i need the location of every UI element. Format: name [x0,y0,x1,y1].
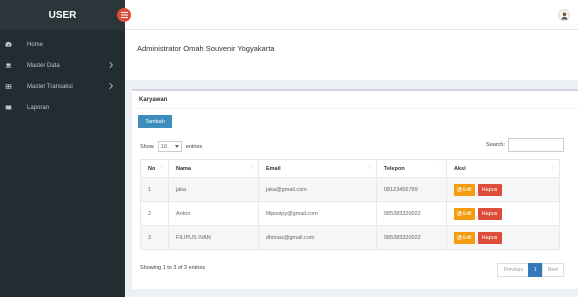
column-header-telepon[interactable]: Telepon ↑↓ [376,159,447,178]
karyawan-table: No ↑↓ Nama ↑↓ Email ↑↓ Telepon ↑↓ Aksi ↑↓ 1 j… [140,159,560,250]
edit-icon [457,211,462,216]
entries-select[interactable]: 10 [157,141,182,152]
table-info: Showing 1 to 3 of 3 entries [140,265,206,271]
pagination: Previous 1 Next [497,263,564,277]
sidebar-item-label: Master Data [27,62,60,69]
chevron-down-icon [174,145,179,148]
table-row: 1 jaka jaka@gmail.com 08123456789 Edit Ha… [140,177,560,202]
cell-telepon: 085383320022 [376,201,447,226]
content-header: Administrator Omah Souvenir Yogyakarta [125,30,578,80]
sort-icon: ↑↓ [160,165,164,171]
column-header-aksi[interactable]: Aksi ↑↓ [446,159,560,178]
column-header-nama[interactable]: Nama ↑↓ [168,159,259,178]
user-icon [560,11,568,20]
table-icon [5,83,19,90]
search-label: Search: [486,142,505,148]
cell-email: dhimas@gmail.com [258,225,377,250]
sidebar-item-home[interactable]: Home [0,34,125,55]
sidebar-item-label: Master Transaksi [27,83,73,90]
delete-button[interactable]: Hapus [477,231,502,244]
cell-no: 1 [140,177,169,202]
cell-email: jaka@gmail.com [258,177,377,202]
entries-length-control: Show 10 entries [140,141,202,152]
cell-nama: Anton [168,201,259,226]
cell-nama: jaka [168,177,259,202]
top-navbar [117,0,578,30]
page-title: Administrator Omah Souvenir Yogyakarta [137,44,275,53]
cell-aksi: Edit Hapus [446,201,560,226]
edit-icon [457,187,462,192]
sidebar-menu: Home Master Data Master Transaksi Lapora… [0,30,125,118]
sidebar-item-label: Laporan [27,104,50,111]
edit-button[interactable]: Edit [454,231,475,244]
chevron-right-icon [109,62,115,68]
edit-icon [457,235,462,240]
sidebar-item-laporan[interactable]: Laporan [0,97,125,118]
delete-button[interactable]: Hapus [477,183,502,196]
user-avatar[interactable] [558,9,570,21]
edit-button[interactable]: Edit [454,183,475,196]
sort-icon: ↑↓ [438,165,442,171]
pagination-previous[interactable]: Previous [497,263,529,277]
hamburger-icon [120,12,128,18]
sidebar: USER Home Master Data Master Transaksi L… [0,0,125,297]
search-control: Search: [486,138,564,152]
dashboard-icon [5,41,19,48]
sidebar-item-master-data[interactable]: Master Data [0,55,125,76]
pagination-next[interactable]: Next [541,263,564,277]
search-input[interactable] [508,138,564,152]
cell-nama: FILIPUS IVAN [168,225,259,250]
show-label: Show [140,143,154,150]
cell-no: 3 [140,225,169,250]
cell-email: filipusipy@gmail.com [258,201,377,226]
box-title: Karyawan [132,91,578,109]
sidebar-toggle-button[interactable] [117,8,131,22]
sidebar-brand[interactable]: USER [0,0,125,30]
sort-icon: ↑↓ [368,165,372,171]
pagination-page-1[interactable]: 1 [527,263,543,277]
entries-select-value: 10 [160,143,167,150]
column-header-no[interactable]: No ↑↓ [140,159,169,178]
cell-no: 2 [140,201,169,226]
karyawan-box: Karyawan Tambah Show 10 entries Search: … [132,89,578,289]
cell-telepon: 085383320022 [376,225,447,250]
delete-button[interactable]: Hapus [477,207,502,220]
laptop-icon [5,62,19,69]
cell-telepon: 08123456789 [376,177,447,202]
book-icon [5,104,19,111]
sort-icon: ↑↓ [250,165,254,171]
cell-aksi: Edit Hapus [446,225,560,250]
table-header-row: No ↑↓ Nama ↑↓ Email ↑↓ Telepon ↑↓ Aksi ↑↓ [140,159,560,178]
edit-button[interactable]: Edit [454,207,475,220]
cell-aksi: Edit Hapus [446,177,560,202]
table-row: 2 Anton filipusipy@gmail.com 08538332002… [140,201,560,226]
add-button[interactable]: Tambah [138,115,172,128]
chevron-right-icon [109,83,115,89]
column-header-email[interactable]: Email ↑↓ [258,159,377,178]
sidebar-item-label: Home [27,41,44,48]
entries-label: entries [185,143,203,150]
table-row: 3 FILIPUS IVAN dhimas@gmail.com 08538332… [140,225,560,250]
sort-icon: ↑↓ [551,165,555,171]
sidebar-item-master-transaksi[interactable]: Master Transaksi [0,76,125,97]
